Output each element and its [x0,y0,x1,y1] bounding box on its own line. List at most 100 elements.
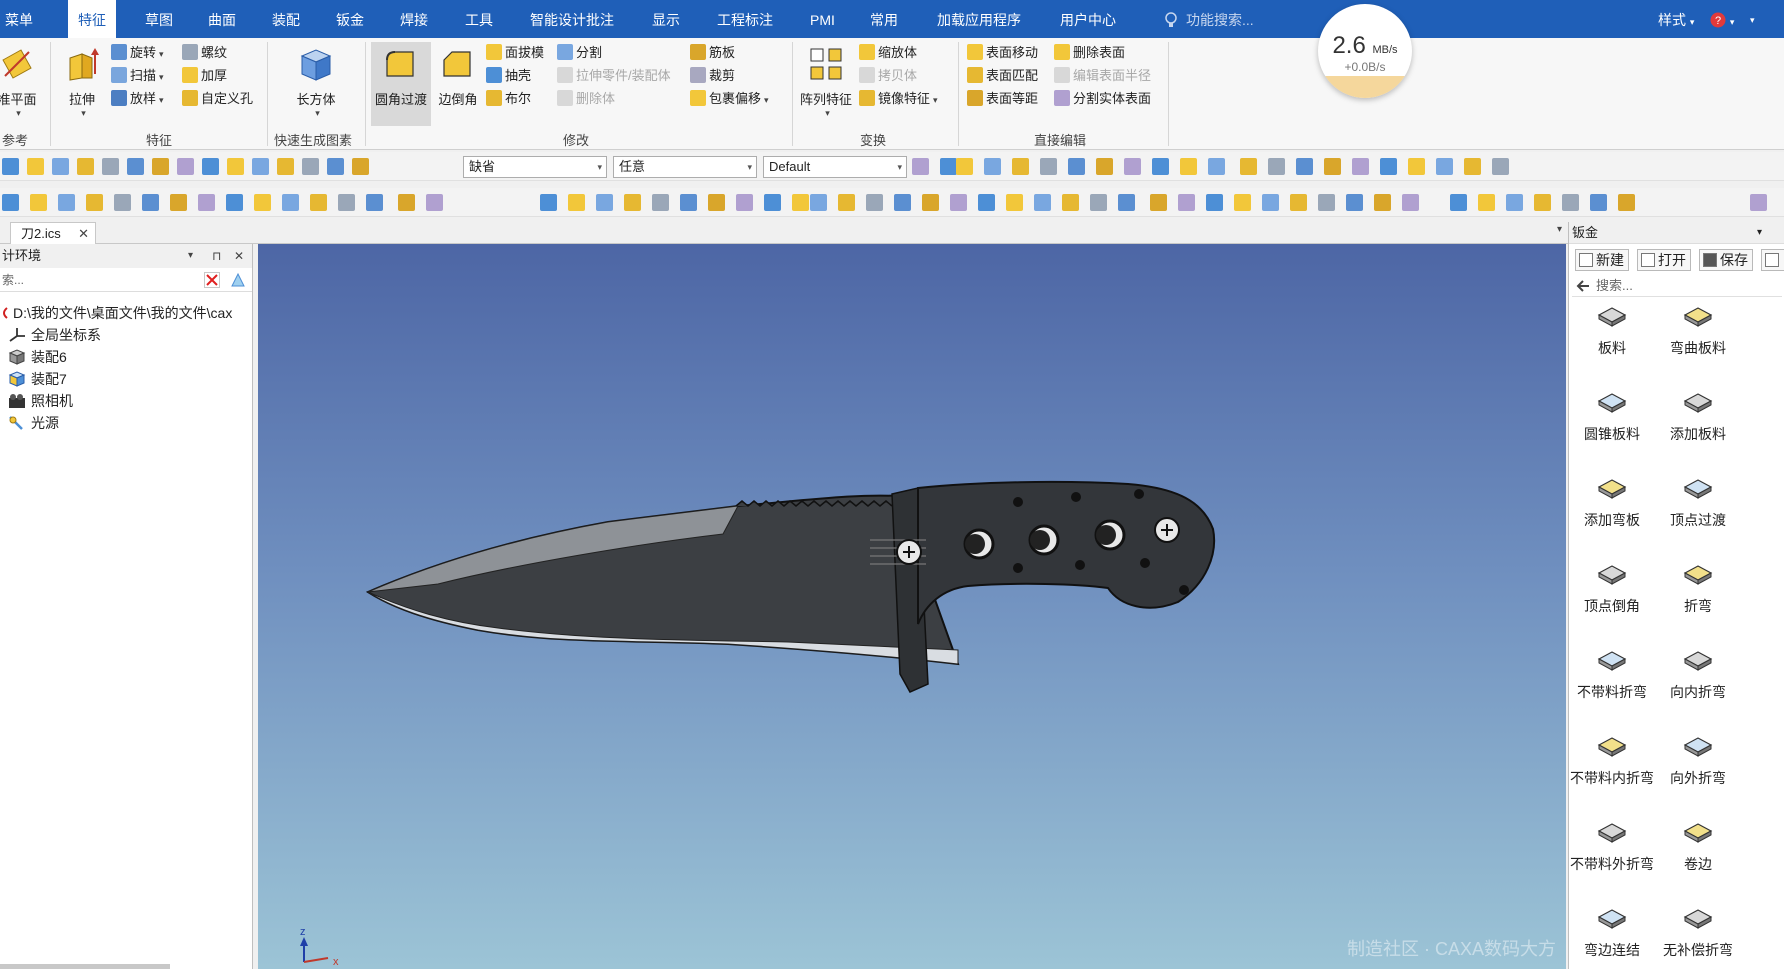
toolbar-1-tool-icon[interactable] [1040,158,1057,175]
toolbar-2-tool-icon[interactable] [58,194,75,211]
trim-button[interactable]: 裁剪 [690,65,735,87]
tab-engineering-annotation[interactable]: 工程标注 [717,0,773,38]
tab-surface[interactable]: 曲面 [208,0,236,38]
horizontal-scrollbar[interactable] [0,964,170,969]
toolbar-2-tool-icon[interactable] [1750,194,1767,211]
toolbar-1-tool-icon[interactable] [152,158,169,175]
tab-smart-annotation[interactable]: 智能设计批注 [530,0,614,38]
more-button[interactable] [1761,249,1784,271]
toolbar-2-tool-icon[interactable] [30,194,47,211]
sheet-metal-item[interactable]: 弯边连结 [1569,905,1655,959]
toolbar-1-tool-icon[interactable] [1436,158,1453,175]
mirror-feature-button[interactable]: 镜像特征 ▾ [859,88,938,110]
delete-face-button[interactable]: 删除表面 [1054,42,1125,64]
search-box[interactable]: 功能搜索... [1164,0,1254,38]
toolbar-2-tool-icon[interactable] [1034,194,1051,211]
tab-user-center[interactable]: 用户中心 [1060,0,1116,38]
datum-plane-button[interactable]: 准平面 ▾ [0,46,48,119]
toolbar-1-tool-icon[interactable] [252,158,269,175]
sheet-metal-item[interactable]: 向内折弯 [1655,647,1741,701]
copy-body-button[interactable]: 拷贝体 [859,65,917,87]
toolbar-2-tool-icon[interactable] [764,194,781,211]
toolbar-1-tool-icon[interactable] [1324,158,1341,175]
pin-icon[interactable]: ⊓ [212,244,221,268]
toolbar-2-tool-icon[interactable] [1062,194,1079,211]
shell-button[interactable]: 抽壳 [486,65,531,87]
toolbar-2-tool-icon[interactable] [1118,194,1135,211]
tab-common[interactable]: 常用 [870,0,898,38]
toolbar-2-tool-icon[interactable] [1150,194,1167,211]
toolbar-2-tool-icon[interactable] [540,194,557,211]
toolbar-1-tool-icon[interactable] [1012,158,1029,175]
toolbar-2-tool-icon[interactable] [1402,194,1419,211]
toolbar-2-tool-icon[interactable] [338,194,355,211]
rib-button[interactable]: 筋板 [690,42,735,64]
tree-item-assembly-6[interactable]: 装配6 [8,346,67,368]
toolbar-1-tool-icon[interactable] [127,158,144,175]
toolbar-2-tool-icon[interactable] [426,194,443,211]
toolbar-2-tool-icon[interactable] [1234,194,1251,211]
toolbar-2-tool-icon[interactable] [170,194,187,211]
sheet-metal-item[interactable]: 顶点倒角 [1569,561,1655,615]
face-match-button[interactable]: 表面匹配 [967,65,1038,87]
toolbar-2-tool-icon[interactable] [310,194,327,211]
tab-tools[interactable]: 工具 [465,0,493,38]
split-button[interactable]: 分割 [557,42,602,64]
sheet-metal-item[interactable]: 添加弯板 [1569,475,1655,529]
toolbar-1-tool-icon[interactable] [302,158,319,175]
toolbar-1-tool-icon[interactable] [1380,158,1397,175]
tab-sketch[interactable]: 草图 [145,0,173,38]
filter-options-icon[interactable] [230,272,246,288]
toolbar-2-tool-icon[interactable] [680,194,697,211]
toolbar-2-tool-icon[interactable] [2,194,19,211]
split-solid-face-button[interactable]: 分割实体表面 [1054,88,1151,110]
toolbar-2-tool-icon[interactable] [1290,194,1307,211]
face-offset-button[interactable]: 表面等距 [967,88,1038,110]
3d-viewport[interactable]: z x 制造社区 · CAXA数码大方 [258,244,1566,969]
toolbar-2-tool-icon[interactable] [1318,194,1335,211]
toolbar-2-tool-icon[interactable] [950,194,967,211]
toolbar-1-tool-icon[interactable] [1208,158,1225,175]
toolbar-1-tool-icon[interactable] [1152,158,1169,175]
sheet-metal-item[interactable]: 不带料外折弯 [1569,819,1655,873]
open-button[interactable]: 打开 [1637,249,1691,271]
tree-item-assembly-7[interactable]: 装配7 [8,368,67,390]
revolve-button[interactable]: 旋转 ▾ [111,42,164,64]
sheet-metal-item[interactable]: 无补偿折弯 [1655,905,1741,959]
thicken-button[interactable]: 加厚 [182,65,227,87]
face-draft-button[interactable]: 面拔模 [486,42,544,64]
toolbar-1-tool-icon[interactable] [984,158,1001,175]
tree-item-global-axis[interactable]: 全局坐标系 [8,324,101,346]
toolbar-2-tool-icon[interactable] [142,194,159,211]
toolbar-2-tool-icon[interactable] [398,194,415,211]
sheet-metal-item[interactable]: 折弯 [1655,561,1741,615]
toolbar-2-tool-icon[interactable] [1478,194,1495,211]
toolbar-1-tool-icon[interactable] [2,158,19,175]
toolbar-1-tool-icon[interactable] [202,158,219,175]
tab-sheetmetal[interactable]: 钣金 [336,0,364,38]
toolbar-1-tool-icon[interactable] [102,158,119,175]
sheet-metal-item[interactable]: 不带料折弯 [1569,647,1655,701]
toolbar-2-tool-icon[interactable] [366,194,383,211]
panel-menu-arrow[interactable]: ▾ [188,244,193,268]
extrude-part-assembly-button[interactable]: 拉伸零件/装配体 [557,65,671,87]
toolbar-2-tool-icon[interactable] [736,194,753,211]
scale-body-button[interactable]: 缩放体 [859,42,917,64]
clear-search-icon[interactable] [204,272,220,288]
style-menu[interactable]: 样式 ▾ [1658,0,1694,38]
toolbar-1-tool-icon[interactable] [277,158,294,175]
extrude-button[interactable]: 拉伸 ▾ [60,46,104,119]
toolbar-2-tool-icon[interactable] [1590,194,1607,211]
chamfer-button[interactable]: 边倒角 [433,46,483,108]
toolbar-2-tool-icon[interactable] [624,194,641,211]
toolbar-2-tool-icon[interactable] [978,194,995,211]
toolbar-2-tool-icon[interactable] [254,194,271,211]
delete-body-button[interactable]: 删除体 [557,88,615,110]
tab-display[interactable]: 显示 [652,0,680,38]
toolbar-1-tool-icon[interactable] [1492,158,1509,175]
toolbar-1-tool-icon[interactable] [1296,158,1313,175]
toolbar-1-tool-icon[interactable] [27,158,44,175]
toolbar-1-tool-icon[interactable] [1352,158,1369,175]
filter-combo[interactable]: 缺省 ▾ [463,156,607,178]
toolbar-2-tool-icon[interactable] [894,194,911,211]
